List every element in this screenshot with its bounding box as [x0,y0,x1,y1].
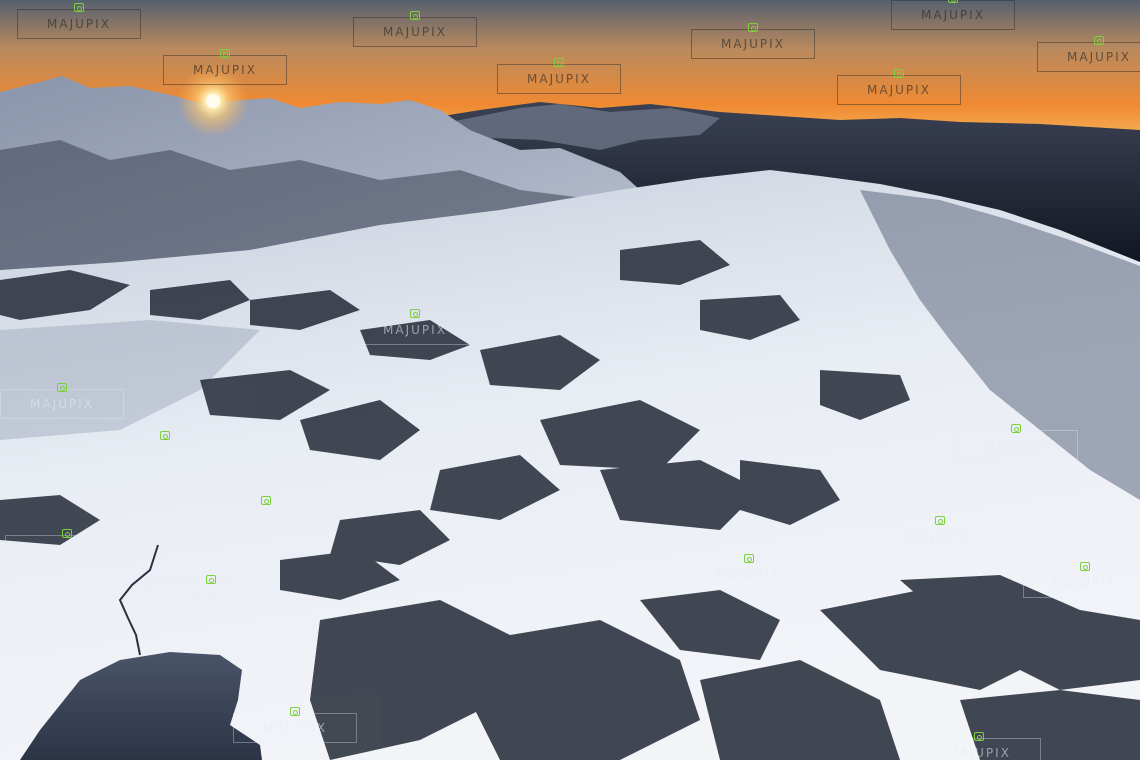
photo-scene: MAJUPIX MAJUPIX MAJUPIX MAJUPIX MAJUPIX … [0,0,1140,760]
sun [206,94,220,108]
mountain-landscape [0,0,1140,760]
